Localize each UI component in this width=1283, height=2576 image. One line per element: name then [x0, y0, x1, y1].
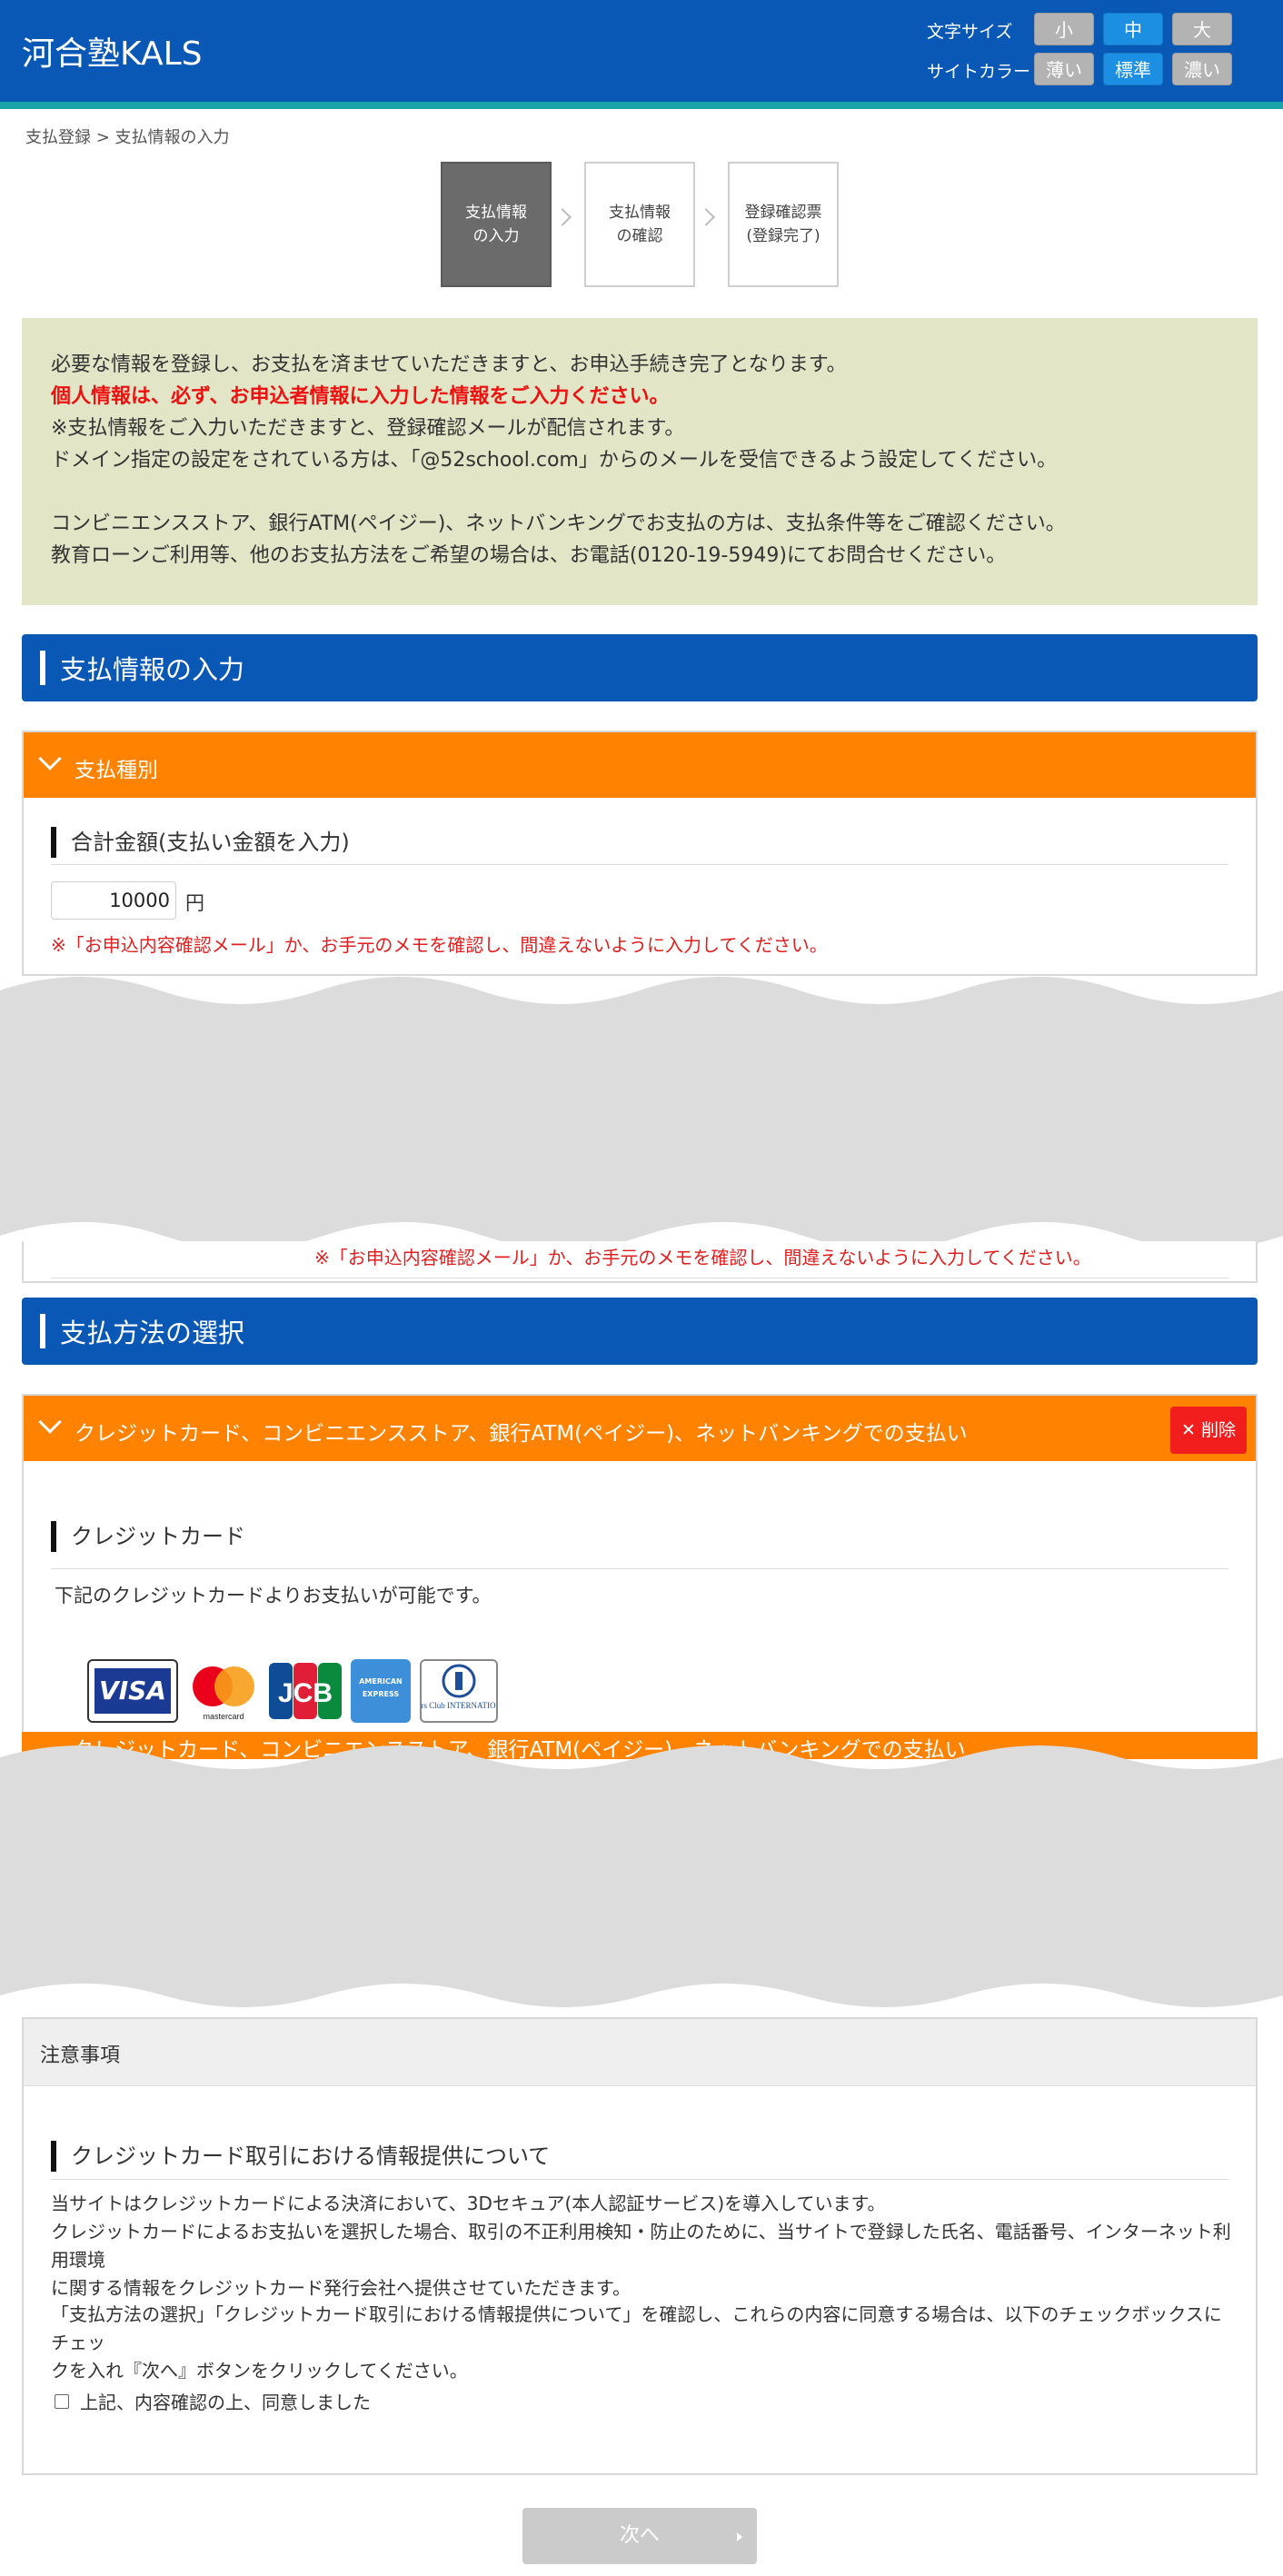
delete-label: 削除: [1200, 1420, 1236, 1440]
font-size-medium-button[interactable]: 中: [1103, 13, 1163, 45]
delete-button[interactable]: ✕ 削除: [1170, 1407, 1247, 1454]
amount-input[interactable]: [51, 881, 176, 920]
amount-note: ※「お申込内容確認メール」か、お手元のメモを確認し、間違えないように入力してくだ…: [51, 934, 828, 956]
step-input-line1: 支払情報: [465, 204, 527, 222]
notes-paragraph-1: 当サイトはクレジットカードによる決済において、3Dセキュア(本人認証サービス)を…: [51, 2193, 1231, 2299]
agree-checkbox[interactable]: [55, 2393, 69, 2409]
notice-line: ドメイン指定の設定をされている方は、「@52school.com」からのメールを…: [51, 449, 1058, 472]
chevron-right-icon: [553, 208, 572, 226]
font-size-small-button[interactable]: 小: [1034, 13, 1094, 45]
jcb-icon: JCB: [267, 1659, 343, 1723]
notes-panel: 注意事項 クレジットカード取引における情報提供について 当サイトはクレジットカー…: [22, 2017, 1258, 2475]
amex-icon: AMERICAN EXPRESS: [351, 1659, 411, 1723]
notice-line: コンビニエンスストア、銀行ATM(ペイジー)、ネットバンキングでお支払の方は、支…: [51, 512, 1066, 535]
section-title-payment-method: 支払方法の選択: [22, 1298, 1258, 1365]
notice-line: ※支払情報をご入力いただきますと、登録確認メールが配信されます。: [51, 417, 685, 440]
notes-paragraph-2: 「支払方法の選択」「クレジットカード取引における情報提供について」を確認し、これ…: [51, 2303, 1222, 2382]
site-color-standard-button[interactable]: 標準: [1103, 53, 1163, 85]
partial-panel: ※「お申込内容確認メール」か、お手元のメモを確認し、間違えないように入力してくだ…: [22, 1241, 1258, 1283]
svg-text:Diners Club INTERNATIONAL: Diners Club INTERNATIONAL: [422, 1701, 496, 1710]
step-complete-line1: 登録確認票: [744, 204, 822, 222]
notice-line: 必要な情報を登録し、お支払を済ませていただきますと、お申込手続き完了となります。: [51, 353, 847, 376]
payment-method-header-text: クレジットカード、コンビニエンスストア、銀行ATM(ペイジー)、ネットバンキング…: [75, 1422, 968, 1446]
arrow-right-icon: [737, 2532, 742, 2541]
amount-label: 合計金額(支払い金額を入力): [51, 827, 350, 858]
agree-checkbox-row[interactable]: 上記、内容確認の上、同意しました: [55, 2388, 371, 2414]
chevron-down-icon: [38, 1410, 62, 1434]
payment-type-panel: 支払種別 合計金額(支払い金額を入力) 円 ※「お申込内容確認メール」か、お手元…: [22, 731, 1258, 976]
notes-title: クレジットカード取引における情報提供について: [51, 2141, 550, 2172]
credit-card-title: クレジットカード: [51, 1521, 245, 1552]
section-title-text: 支払方法の選択: [60, 1318, 245, 1348]
step-input: 支払情報 の入力: [441, 162, 552, 287]
notes-header: 注意事項: [24, 2019, 1256, 2086]
step-complete: 登録確認票 (登録完了): [728, 162, 839, 287]
notice-warning: 個人情報は、必ず、お申込者情報に入力した情報をご入力ください。: [51, 385, 670, 408]
svg-text:mastercard: mastercard: [203, 1712, 244, 1721]
mastercard-icon: mastercard: [187, 1659, 260, 1723]
step-confirm: 支払情報 の確認: [584, 162, 695, 287]
font-size-label: 文字サイズ: [927, 22, 1013, 42]
redacted-area: [0, 977, 1283, 1249]
site-header: 河合塾KALS 文字サイズ 小 中 大 サイトカラー 薄い 標準 濃い: [0, 0, 1283, 102]
diners-icon: Diners Club INTERNATIONAL: [405, 1659, 512, 1723]
step-confirm-line1: 支払情報: [609, 204, 671, 222]
payment-type-header-text: 支払種別: [75, 759, 158, 782]
agree-label: 上記、内容確認の上、同意しました: [80, 2392, 371, 2413]
site-color-light-button[interactable]: 薄い: [1034, 53, 1094, 85]
site-color-dark-button[interactable]: 濃い: [1172, 53, 1232, 85]
step-input-line2: の入力: [472, 227, 520, 245]
font-size-large-button[interactable]: 大: [1172, 13, 1232, 45]
site-color-label: サイトカラー: [927, 62, 1031, 82]
notice-line: 教育ローンご利用等、他のお支払方法をご希望の場合は、お電話(0120-19-59…: [51, 544, 1007, 567]
section-title-payment-info: 支払情報の入力: [22, 634, 1258, 701]
credit-card-desc: 下記のクレジットカードよりお支払いが可能です。: [55, 1585, 492, 1606]
section-title-text: 支払情報の入力: [60, 654, 245, 685]
chevron-right-icon: [697, 208, 715, 226]
step-complete-line2: (登録完了): [746, 227, 821, 245]
header-stripe: [0, 102, 1283, 109]
redacted-area: [0, 1746, 1283, 2007]
chevron-down-icon: [38, 747, 62, 771]
breadcrumb: 支払登録 > 支払情報の入力: [25, 128, 230, 147]
payment-method-header[interactable]: クレジットカード、コンビニエンスストア、銀行ATM(ペイジー)、ネットバンキング…: [24, 1396, 1256, 1461]
payment-method-panel: クレジットカード、コンビニエンスストア、銀行ATM(ペイジー)、ネットバンキング…: [22, 1394, 1258, 1741]
step-confirm-line2: の確認: [616, 227, 663, 245]
svg-text:JCB: JCB: [278, 1678, 333, 1708]
amount-unit: 円: [185, 892, 204, 914]
notice-box: 必要な情報を登録し、お支払を済ませていただきますと、お申込手続き完了となります。…: [22, 318, 1258, 605]
visa-icon: VISA: [87, 1659, 178, 1723]
next-button-label: 次へ: [619, 2524, 660, 2547]
partial-note: ※「お申込内容確認メール」か、お手元のメモを確認し、間違えないように入力してくだ…: [314, 1247, 1091, 1268]
next-button[interactable]: 次へ: [522, 2508, 757, 2564]
payment-type-header[interactable]: 支払種別: [24, 732, 1256, 798]
notes-header-text: 注意事項: [40, 2044, 121, 2067]
site-logo[interactable]: 河合塾KALS: [22, 27, 203, 75]
